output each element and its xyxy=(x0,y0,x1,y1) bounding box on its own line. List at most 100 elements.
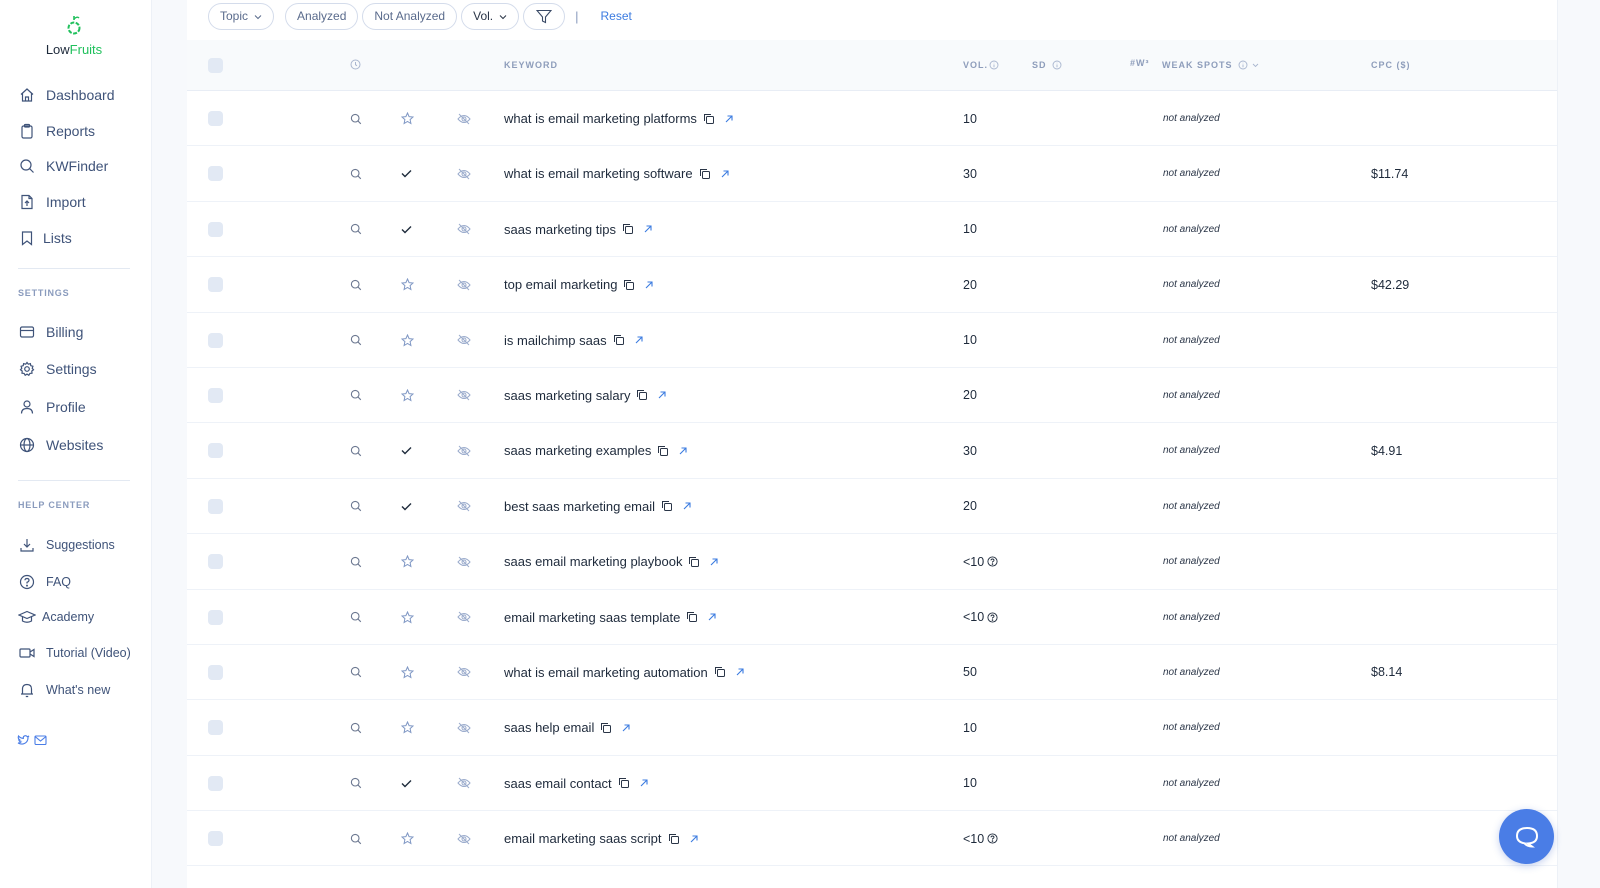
search-icon[interactable] xyxy=(350,146,362,201)
sidebar-item-import[interactable]: Import xyxy=(18,193,86,211)
eye-off-icon[interactable] xyxy=(457,423,471,478)
star-icon[interactable] xyxy=(401,91,414,146)
question-circle-icon[interactable] xyxy=(987,833,998,844)
external-link-icon[interactable] xyxy=(708,613,716,621)
keyword-text[interactable]: what is email marketing automation xyxy=(504,665,708,680)
keyword-text[interactable]: saas help email xyxy=(504,720,594,735)
sidebar-item-settings[interactable]: Settings xyxy=(18,360,97,378)
sidebar-item-reports[interactable]: Reports xyxy=(18,122,95,140)
search-icon[interactable] xyxy=(350,756,362,811)
copy-icon[interactable] xyxy=(623,279,635,291)
row-checkbox[interactable] xyxy=(208,166,223,182)
external-link-icon[interactable] xyxy=(679,447,687,455)
sidebar-item-faq[interactable]: FAQ xyxy=(18,573,71,591)
keyword-text[interactable]: what is email marketing platforms xyxy=(504,111,697,126)
star-icon[interactable] xyxy=(401,534,414,589)
w3-column-header[interactable]: #W³ xyxy=(1130,58,1150,68)
advanced-filter-button[interactable] xyxy=(523,2,566,30)
eye-off-icon[interactable] xyxy=(457,479,471,534)
external-link-icon[interactable] xyxy=(721,170,729,178)
sidebar-item-profile[interactable]: Profile xyxy=(18,398,86,416)
sidebar-item-academy[interactable]: Academy xyxy=(18,608,94,626)
keyword-text[interactable]: saas email contact xyxy=(504,776,612,791)
copy-icon[interactable] xyxy=(686,611,698,623)
search-icon[interactable] xyxy=(350,479,362,534)
search-icon[interactable] xyxy=(350,313,362,368)
keyword-text[interactable]: is mailchimp saas xyxy=(504,333,607,348)
checkmark-icon[interactable] xyxy=(401,202,412,257)
external-link-icon[interactable] xyxy=(640,779,648,787)
external-link-icon[interactable] xyxy=(710,558,719,566)
reset-filters-link[interactable]: Reset xyxy=(601,9,632,23)
eye-off-icon[interactable] xyxy=(457,257,471,312)
question-circle-icon[interactable] xyxy=(987,611,998,623)
copy-icon[interactable] xyxy=(703,113,715,125)
twitter-icon[interactable] xyxy=(17,734,30,746)
sidebar-item-whats-new[interactable]: What's new xyxy=(18,681,110,699)
external-link-icon[interactable] xyxy=(622,724,630,732)
row-checkbox[interactable] xyxy=(208,221,223,237)
sidebar-item-suggestions[interactable]: Suggestions xyxy=(18,536,115,554)
eye-off-icon[interactable] xyxy=(457,368,471,423)
search-icon[interactable] xyxy=(350,202,362,257)
keyword-text[interactable]: saas marketing examples xyxy=(504,443,651,458)
external-link-icon[interactable] xyxy=(683,502,691,510)
logo[interactable]: LowFruits xyxy=(0,14,148,57)
star-icon[interactable] xyxy=(401,368,414,423)
sd-column-header[interactable]: SD xyxy=(1032,60,1062,70)
sidebar-item-kwfinder[interactable]: KWFinder xyxy=(18,157,108,175)
keyword-text[interactable]: top email marketing xyxy=(504,277,617,292)
search-icon[interactable] xyxy=(350,590,362,645)
search-icon[interactable] xyxy=(350,368,362,423)
checkmark-icon[interactable] xyxy=(401,479,412,534)
eye-off-icon[interactable] xyxy=(457,700,471,755)
row-checkbox[interactable] xyxy=(208,720,223,736)
row-checkbox[interactable] xyxy=(208,664,223,680)
mail-icon[interactable] xyxy=(34,734,47,746)
eye-off-icon[interactable] xyxy=(457,91,471,146)
copy-icon[interactable] xyxy=(657,445,669,457)
copy-icon[interactable] xyxy=(699,168,711,180)
external-link-icon[interactable] xyxy=(725,114,733,123)
row-checkbox[interactable] xyxy=(208,332,223,348)
topic-filter-dropdown[interactable]: Topic xyxy=(208,2,275,30)
row-checkbox[interactable] xyxy=(208,443,223,459)
eye-off-icon[interactable] xyxy=(457,313,471,368)
external-link-icon[interactable] xyxy=(645,281,654,289)
eye-off-icon[interactable] xyxy=(457,756,471,811)
copy-icon[interactable] xyxy=(661,500,673,512)
checkmark-icon[interactable] xyxy=(401,756,412,811)
star-icon[interactable] xyxy=(401,811,414,866)
keyword-text[interactable]: email marketing saas script xyxy=(504,831,662,846)
copy-icon[interactable] xyxy=(714,666,726,678)
star-icon[interactable] xyxy=(401,645,414,700)
cpc-column-header[interactable]: CPC ($) xyxy=(1371,60,1411,70)
external-link-icon[interactable] xyxy=(635,336,643,344)
external-link-icon[interactable] xyxy=(644,225,652,233)
copy-icon[interactable] xyxy=(613,334,625,346)
copy-icon[interactable] xyxy=(618,777,630,789)
eye-off-icon[interactable] xyxy=(457,534,471,589)
external-link-icon[interactable] xyxy=(736,668,744,676)
copy-icon[interactable] xyxy=(622,223,634,235)
row-checkbox[interactable] xyxy=(208,498,223,514)
search-icon[interactable] xyxy=(350,811,362,866)
row-checkbox[interactable] xyxy=(208,775,223,791)
sidebar-item-tutorial-video[interactable]: Tutorial (Video) xyxy=(18,644,131,662)
star-icon[interactable] xyxy=(401,257,414,312)
star-icon[interactable] xyxy=(401,590,414,645)
copy-icon[interactable] xyxy=(688,556,700,568)
copy-icon[interactable] xyxy=(668,833,680,845)
row-checkbox[interactable] xyxy=(208,111,223,126)
sidebar-item-lists[interactable]: Lists xyxy=(18,229,72,247)
external-link-icon[interactable] xyxy=(658,391,667,399)
sidebar-item-billing[interactable]: Billing xyxy=(18,323,83,341)
row-checkbox[interactable] xyxy=(208,554,223,570)
row-checkbox[interactable] xyxy=(208,277,223,293)
keyword-text[interactable]: email marketing saas template xyxy=(504,610,680,625)
external-link-icon[interactable] xyxy=(690,835,698,843)
volume-filter-dropdown[interactable]: Vol. xyxy=(461,2,520,30)
copy-icon[interactable] xyxy=(600,722,612,734)
keyword-column-header[interactable]: KEYWORD xyxy=(504,60,558,70)
sidebar-item-dashboard[interactable]: Dashboard xyxy=(18,86,115,104)
